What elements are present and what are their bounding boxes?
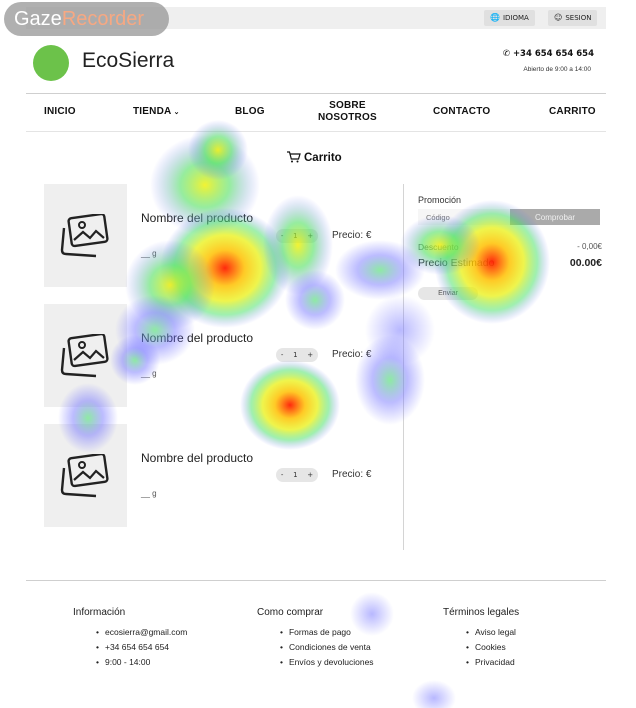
product-image-placeholder [44, 424, 127, 527]
footer-link-privacy[interactable]: Privacidad [466, 657, 515, 667]
nav-about[interactable]: SOBRE NOSOTROS [318, 100, 377, 124]
footer-phone[interactable]: +34 654 654 654 [96, 642, 169, 652]
quantity-stepper[interactable]: - 1 + [276, 348, 318, 362]
heat-spot [115, 295, 195, 365]
footer-hours: 9:00 - 14:00 [96, 657, 150, 667]
product-weight: __ g [141, 489, 157, 498]
footer-legal-title: Términos legales [443, 607, 520, 618]
cart-title: Carrito [287, 151, 342, 166]
cart-title-text: Carrito [304, 152, 342, 164]
phone-text: +34 654 654 654 [512, 49, 594, 59]
quantity-stepper[interactable]: - 1 + [276, 468, 318, 482]
increment-button[interactable]: + [307, 229, 313, 243]
logo[interactable] [33, 45, 69, 81]
footer-link-shipping[interactable]: Envíos y devoluciones [280, 657, 374, 667]
nav-about-line1: SOBRE [329, 100, 366, 111]
footer-link-payment[interactable]: Formas de pago [280, 627, 351, 637]
nav-about-line2: NOSOTROS [318, 112, 377, 123]
phone-icon: ✆ [502, 49, 510, 59]
nav-home[interactable]: INICIO [44, 106, 76, 117]
footer-howto-title: Como comprar [257, 607, 324, 618]
footer-divider [26, 580, 606, 581]
nav-store[interactable]: TIENDA ⌄ [133, 106, 180, 117]
product-weight: __ g [141, 369, 157, 378]
increment-button[interactable]: + [307, 348, 313, 362]
product-name[interactable]: Nombre del producto [141, 211, 253, 225]
footer-info-title: Información [73, 607, 126, 618]
heat-spot [240, 360, 340, 450]
heat-spot [350, 592, 394, 636]
heat-spot [285, 270, 345, 330]
product-price: Precio: € [332, 230, 372, 241]
opening-hours: Abierto de 9:00 a 14:00 [523, 66, 591, 73]
product-weight: __ g [141, 249, 157, 258]
nav-blog[interactable]: BLOG [235, 106, 265, 117]
footer-email[interactable]: ecosierra@gmail.com [96, 627, 187, 637]
header-divider [26, 93, 606, 94]
estimated-price-label: Precio Estimado [418, 257, 495, 269]
globe-icon: 🌐 [490, 13, 500, 22]
footer-link-legal[interactable]: Aviso legal [466, 627, 516, 637]
page: 🌐 IDIOMA ☺ SESION EcoSierra ✆ +34 654 654 … [0, 0, 636, 708]
quantity-value: 1 [293, 471, 298, 479]
cart-icon [287, 151, 301, 166]
nav-divider [26, 131, 606, 132]
watermark-part1: Gaze [14, 8, 62, 30]
heat-spot [365, 295, 435, 365]
decrement-button[interactable]: - [281, 348, 284, 362]
increment-button[interactable]: + [307, 468, 313, 482]
footer-link-terms[interactable]: Condiciones de venta [280, 642, 371, 652]
brand-name[interactable]: EcoSierra [82, 49, 174, 73]
product-name[interactable]: Nombre del producto [141, 331, 253, 345]
product-price: Precio: € [332, 349, 372, 360]
quantity-value: 1 [293, 351, 298, 359]
heat-spot [412, 680, 456, 708]
session-button[interactable]: ☺ SESION [548, 10, 598, 26]
language-button[interactable]: 🌐 IDIOMA [484, 10, 535, 26]
summary-divider [403, 184, 404, 550]
image-icon [60, 454, 109, 498]
heat-spot [125, 240, 215, 330]
user-icon: ☺ [554, 13, 563, 22]
language-label: IDIOMA [502, 14, 529, 22]
quantity-value: 1 [293, 232, 298, 240]
product-image-placeholder [44, 184, 127, 287]
image-icon [60, 334, 109, 378]
heat-spot [335, 240, 425, 300]
nav-cart[interactable]: CARRITO [549, 106, 596, 117]
promo-label: Promoción [418, 195, 462, 205]
product-price: Precio: € [332, 469, 372, 480]
footer-link-cookies[interactable]: Cookies [466, 642, 506, 652]
heat-spot [160, 208, 290, 328]
heat-spot [188, 120, 248, 180]
send-button[interactable]: Enviar [418, 287, 478, 300]
nav-store-label: TIENDA [133, 106, 172, 117]
discount-label: Descuento [418, 242, 459, 252]
decrement-button[interactable]: - [281, 468, 284, 482]
image-icon [60, 214, 109, 258]
product-name[interactable]: Nombre del producto [141, 451, 253, 465]
watermark-part2: Recorder [61, 8, 145, 30]
discount-value: - 0,00€ [577, 242, 602, 251]
quantity-stepper[interactable]: - 1 + [276, 229, 318, 243]
session-label: SESION [565, 14, 592, 22]
promo-code-input[interactable] [418, 209, 511, 225]
gazerecorder-watermark: GazeRecorder [4, 2, 169, 36]
decrement-button[interactable]: - [281, 229, 284, 243]
phone-number: ✆ +34 654 654 654 [503, 49, 594, 59]
check-promo-button[interactable]: Comprobar [510, 209, 600, 225]
chevron-down-icon: ⌄ [171, 109, 180, 116]
estimated-price-value: 00.00€ [569, 257, 602, 269]
heat-spot [263, 195, 333, 295]
product-image-placeholder [44, 304, 127, 407]
nav-contact[interactable]: CONTACTO [433, 106, 490, 117]
